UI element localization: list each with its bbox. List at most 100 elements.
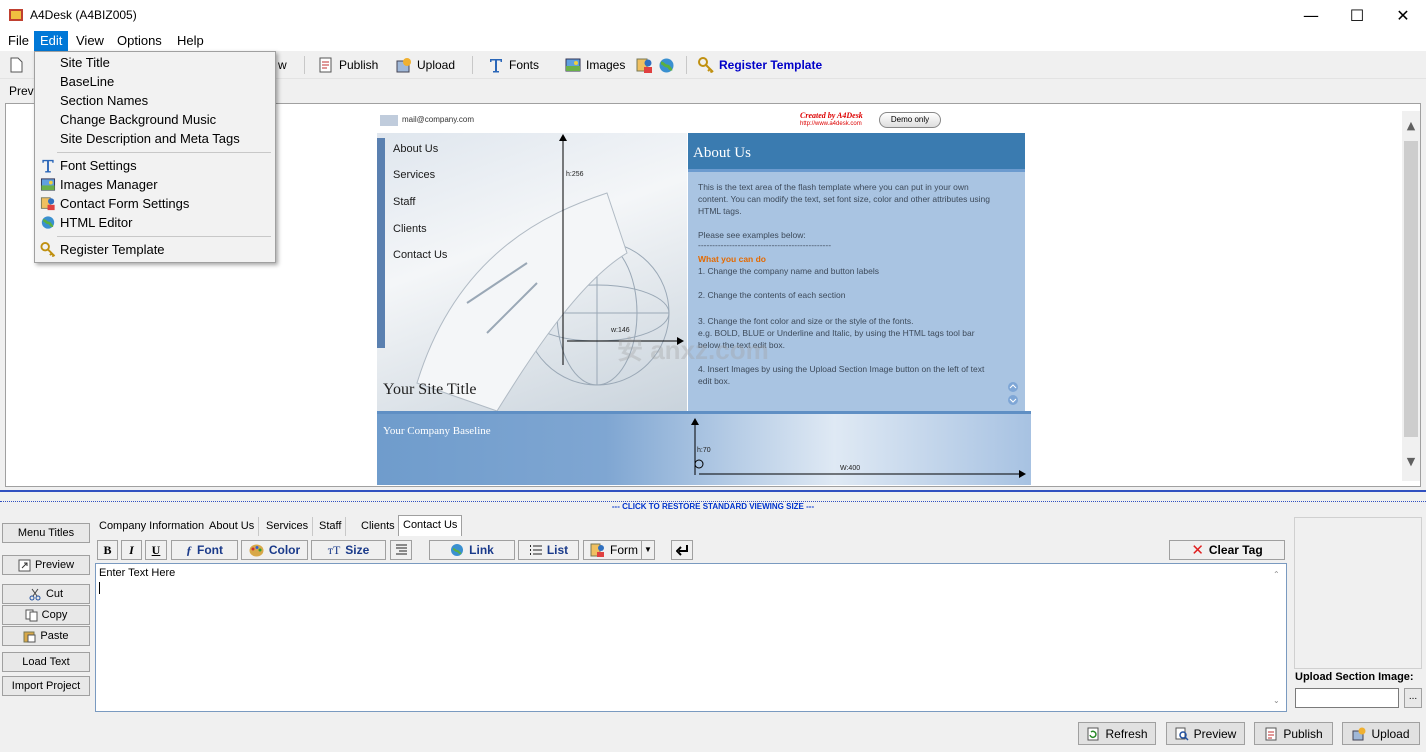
editor-text: Enter Text Here <box>99 567 176 579</box>
menuitem-images-manager-label: Images Manager <box>60 177 158 192</box>
restore-divider[interactable] <box>0 490 1426 502</box>
menu-view[interactable]: View <box>70 31 110 51</box>
text-editor[interactable]: Enter Text Here ⌃ ⌄ <box>95 563 1287 712</box>
palette-icon <box>249 544 264 556</box>
color-button[interactable]: Color <box>241 540 308 560</box>
template-nav-clients[interactable]: Clients <box>393 223 427 235</box>
bold-button[interactable]: B <box>97 540 118 560</box>
list-button[interactable]: List <box>518 540 579 560</box>
size-button[interactable]: ᴛT Size <box>311 540 386 560</box>
menuitem-site-title[interactable]: Site Title <box>36 53 274 72</box>
editor-scroll-up-icon[interactable]: ⌃ <box>1273 570 1280 579</box>
bottom-preview-button[interactable]: Preview <box>1166 722 1245 745</box>
close-button[interactable]: ✕ <box>1380 0 1426 31</box>
nav-accent-bar <box>377 138 385 348</box>
align-button[interactable] <box>390 540 412 560</box>
panel-item-3: 3. Change the font color and size or the… <box>698 316 914 326</box>
menuitem-register-template[interactable]: Register Template <box>36 240 274 259</box>
clear-tag-button[interactable]: ✕ Clear Tag <box>1169 540 1285 560</box>
panel-item-1: 1. Change the company name and button la… <box>698 266 879 276</box>
key-icon <box>40 242 56 257</box>
maximize-button[interactable]: ☐ <box>1334 0 1380 31</box>
menu-help[interactable]: Help <box>171 31 210 51</box>
menuitem-html-editor-label: HTML Editor <box>60 215 133 230</box>
panel-rule <box>688 169 1025 172</box>
template-nav-services[interactable]: Services <box>393 169 435 181</box>
side-preview-button[interactable]: Preview <box>2 555 90 575</box>
created-by-label: Created by A4Desk <box>800 111 863 120</box>
key-icon <box>698 57 714 73</box>
menu-options[interactable]: Options <box>111 31 168 51</box>
scroll-thumb[interactable] <box>1404 141 1418 437</box>
email-icon <box>380 115 398 126</box>
menuitem-change-background-music[interactable]: Change Background Music <box>36 110 274 129</box>
italic-button[interactable]: I <box>121 540 142 560</box>
tab-contact-us[interactable]: Contact Us <box>398 515 463 536</box>
toolbar-publish-button[interactable]: Publish <box>318 54 378 76</box>
template-nav-contact[interactable]: Contact Us <box>393 249 447 261</box>
tab-company-information[interactable]: Company Information <box>95 517 210 536</box>
menuitem-contact-form-settings[interactable]: Contact Form Settings <box>36 194 274 213</box>
magnifier-icon <box>1175 727 1189 741</box>
menu-separator <box>57 152 271 153</box>
contact-form-icon[interactable] <box>636 57 653 74</box>
menuitem-images-manager[interactable]: Images Manager <box>36 175 274 194</box>
panel-scroll-arrows-icon[interactable] <box>1007 381 1019 407</box>
menuitem-baseline[interactable]: BaseLine <box>36 72 274 91</box>
enter-arrow-icon <box>675 545 688 556</box>
editor-scrollbar[interactable]: ⌃ ⌄ <box>1270 566 1284 709</box>
tab-clients[interactable]: Clients <box>357 517 400 536</box>
toolbar-images-button[interactable]: Images <box>565 54 625 76</box>
minimize-button[interactable]: — <box>1288 0 1334 31</box>
menuitem-section-names[interactable]: Section Names <box>36 91 274 110</box>
toolbar-register-button[interactable]: Register Template <box>698 54 822 76</box>
scroll-up-icon[interactable]: ▲ <box>1402 119 1420 137</box>
paste-button[interactable]: Paste <box>2 626 90 646</box>
menuitem-register-template-label: Register Template <box>60 242 165 257</box>
tab-about-us[interactable]: About Us <box>205 517 260 536</box>
copy-button[interactable]: Copy <box>2 605 90 625</box>
menu-file[interactable]: File <box>2 31 35 51</box>
panel-paragraph-1: This is the text area of the flash templ… <box>698 182 991 216</box>
toolbar-view-label[interactable]: w <box>278 54 287 76</box>
tab-staff[interactable]: Staff <box>315 517 347 536</box>
toolbar-publish-label: Publish <box>339 58 379 72</box>
import-project-button[interactable]: Import Project <box>2 676 90 696</box>
toolbar-upload-button[interactable]: Upload <box>396 54 455 76</box>
template-nav-staff[interactable]: Staff <box>393 196 415 208</box>
refresh-button[interactable]: Refresh <box>1078 722 1156 745</box>
menuitem-html-editor[interactable]: HTML Editor <box>36 213 274 232</box>
font-t-icon <box>42 159 54 173</box>
html-editor-globe-icon[interactable] <box>658 57 675 74</box>
menu-titles-button[interactable]: Menu Titles <box>2 523 90 543</box>
load-text-button[interactable]: Load Text <box>2 652 90 672</box>
menuitem-font-settings[interactable]: Font Settings <box>36 156 274 175</box>
line-break-button[interactable] <box>671 540 693 560</box>
toolbar-fonts-button[interactable]: Fonts <box>488 54 539 76</box>
copy-label: Copy <box>41 609 68 621</box>
link-button[interactable]: Link <box>429 540 515 560</box>
upload-browse-button[interactable]: ... <box>1404 688 1422 708</box>
upload-file-field[interactable] <box>1295 688 1399 708</box>
tab-services[interactable]: Services <box>262 517 314 536</box>
font-button[interactable]: ƒ Font <box>171 540 238 560</box>
bottom-upload-button[interactable]: Upload <box>1342 722 1420 745</box>
editor-scroll-down-icon[interactable]: ⌄ <box>1273 696 1280 705</box>
new-file-icon[interactable] <box>10 57 23 73</box>
cut-button[interactable]: Cut <box>2 584 90 604</box>
menuitem-site-description-meta[interactable]: Site Description and Meta Tags <box>36 129 274 148</box>
preview-scrollbar[interactable]: ▲ ▼ <box>1402 111 1420 481</box>
form-dropdown[interactable]: Form ▼ <box>583 540 655 560</box>
color-button-label: Color <box>268 543 301 557</box>
template-nav-about[interactable]: About Us <box>393 143 438 155</box>
scroll-down-icon[interactable]: ▼ <box>1402 455 1420 473</box>
menu-edit[interactable]: Edit <box>34 31 69 51</box>
underline-button[interactable]: U <box>145 540 167 560</box>
upload-icon <box>396 58 411 73</box>
bottom-publish-button[interactable]: Publish <box>1254 722 1333 745</box>
chevron-down-icon[interactable]: ▼ <box>641 541 654 559</box>
toolbar-register-label: Register Template <box>719 58 823 72</box>
panel-rule-text: ----------------------------------------… <box>698 240 832 250</box>
publish-icon <box>1265 727 1277 740</box>
restore-viewing-size-link[interactable]: --- CLICK TO RESTORE STANDARD VIEWING SI… <box>0 502 1426 511</box>
